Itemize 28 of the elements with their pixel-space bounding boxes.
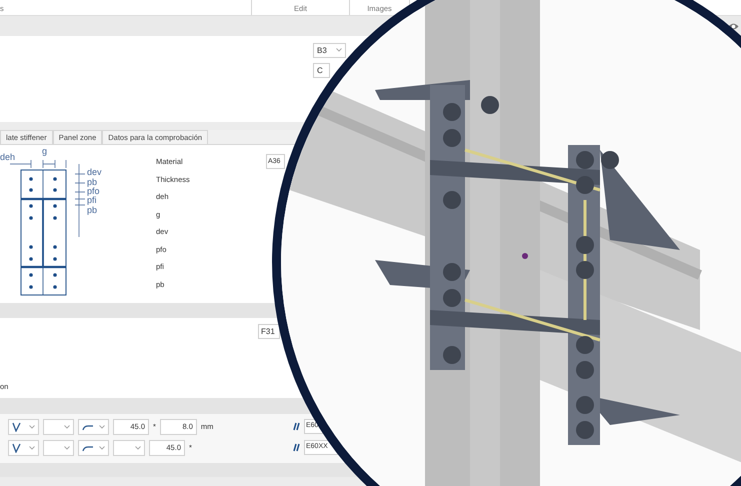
dropdown-field[interactable] bbox=[113, 440, 145, 456]
caret-icon bbox=[99, 446, 105, 450]
dimension-label: pb bbox=[87, 205, 98, 215]
dimension-label: deh bbox=[0, 152, 16, 162]
dropdown-field[interactable] bbox=[8, 440, 39, 456]
dropdown-field[interactable] bbox=[43, 440, 74, 456]
weld-symbol-icon bbox=[12, 422, 22, 432]
dimension-label: pfi bbox=[87, 195, 97, 205]
dimension-label: g bbox=[42, 146, 48, 156]
caret-icon bbox=[64, 424, 70, 428]
weld-contour-icon bbox=[82, 422, 94, 430]
caret-icon bbox=[64, 446, 70, 450]
dimension-label: pfo bbox=[87, 186, 100, 196]
caret-icon bbox=[29, 424, 35, 428]
dimension-label: dev bbox=[87, 167, 102, 177]
dropdown-field[interactable] bbox=[8, 418, 39, 434]
caret-icon bbox=[29, 446, 35, 450]
weld-symbol-icon bbox=[12, 442, 22, 452]
weld-contour-icon bbox=[82, 444, 94, 452]
dropdown-field[interactable] bbox=[43, 418, 74, 434]
caret-icon bbox=[135, 446, 141, 450]
caret-icon bbox=[336, 48, 342, 52]
dropdown-field[interactable] bbox=[78, 440, 109, 456]
dropdown-field[interactable] bbox=[78, 418, 109, 434]
electrode-icon[interactable] bbox=[292, 422, 300, 431]
caret-icon bbox=[99, 424, 105, 428]
electrode-icon[interactable] bbox=[292, 442, 300, 452]
dimension-label: pb bbox=[87, 177, 98, 187]
